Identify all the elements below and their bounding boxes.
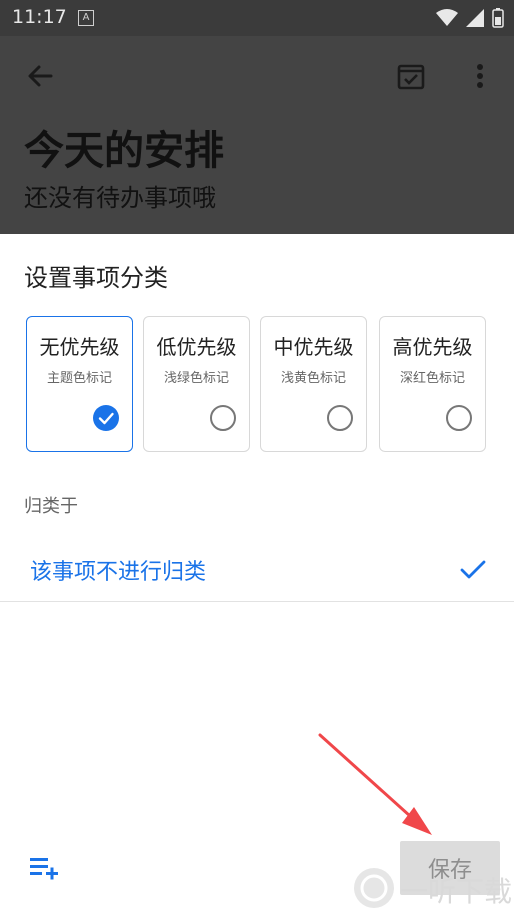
group-label: 归类于 — [24, 496, 78, 517]
priority-options: 无优先级 主题色标记 低优先级 浅绿色标记 中优先级 浅黄色标记 高优先级 深红… — [26, 316, 488, 454]
signal-icon — [466, 9, 484, 27]
status-icons — [436, 8, 504, 28]
priority-label: 中优先级 — [273, 335, 354, 359]
group-option-label: 该事项不进行归类 — [30, 560, 207, 585]
playlist-add-icon[interactable] — [28, 852, 60, 882]
back-arrow-icon[interactable] — [24, 60, 56, 92]
priority-card-low[interactable]: 低优先级 浅绿色标记 — [143, 316, 250, 452]
notification-icon: A — [78, 10, 94, 26]
radio-unchecked-icon[interactable] — [446, 405, 472, 431]
check-icon — [460, 560, 486, 579]
priority-card-medium[interactable]: 中优先级 浅黄色标记 — [260, 316, 367, 452]
priority-card-none[interactable]: 无优先级 主题色标记 — [26, 316, 133, 452]
background-screen: 今天的安排 还没有待办事项哦 — [0, 36, 514, 234]
radio-unchecked-icon[interactable] — [327, 405, 353, 431]
calendar-check-icon[interactable] — [395, 60, 427, 92]
priority-sub: 浅黄色标记 — [280, 371, 346, 386]
wifi-icon — [436, 9, 458, 26]
group-option-none[interactable]: 该事项不进行归类 — [0, 534, 514, 602]
priority-sub: 主题色标记 — [46, 371, 112, 386]
watermark: 一听下载 — [352, 862, 514, 914]
more-vert-icon[interactable] — [466, 60, 494, 92]
priority-label: 低优先级 — [156, 335, 237, 359]
page-subtitle: 还没有待办事项哦 — [24, 184, 216, 212]
priority-card-high[interactable]: 高优先级 深红色标记 — [379, 316, 486, 452]
annotation-arrow-icon — [318, 733, 432, 835]
priority-label: 无优先级 — [39, 335, 120, 359]
priority-sub: 浅绿色标记 — [163, 371, 229, 386]
battery-icon — [492, 8, 504, 28]
sheet-title: 设置事项分类 — [24, 264, 168, 292]
watermark-text: 一听下载 — [400, 875, 513, 908]
watermark-logo-icon — [354, 868, 394, 908]
page-title: 今天的安排 — [24, 128, 224, 174]
priority-sub: 深红色标记 — [399, 371, 465, 386]
radio-unchecked-icon[interactable] — [210, 405, 236, 431]
radio-checked-icon[interactable] — [93, 405, 119, 431]
status-time: 11:17 — [12, 6, 67, 28]
priority-label: 高优先级 — [392, 335, 473, 359]
status-bar: 11:17 A — [0, 0, 514, 36]
